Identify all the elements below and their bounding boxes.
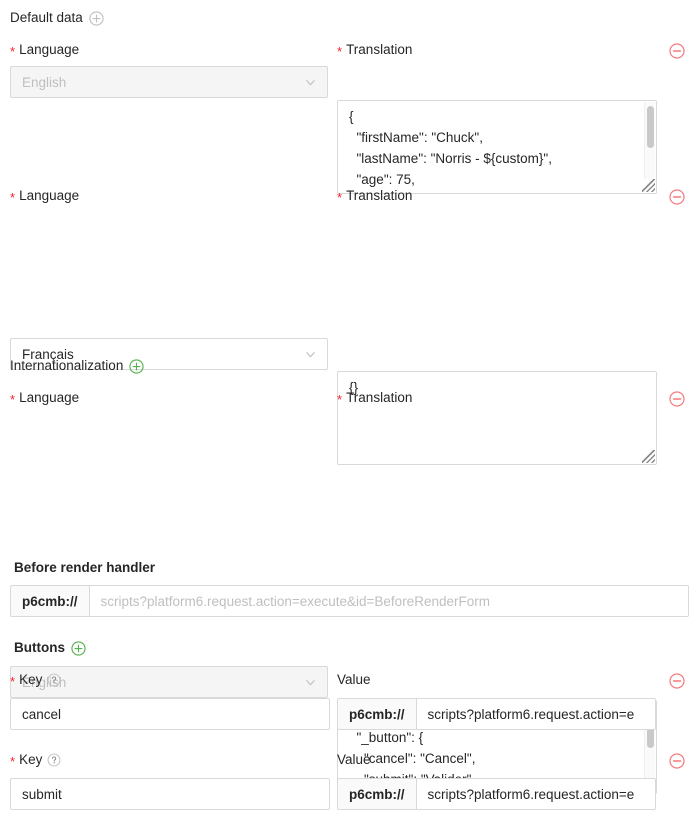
- label-key-buttons-0: * Key: [10, 671, 61, 688]
- value-input-buttons-0[interactable]: scripts?platform6.request.action=e: [416, 698, 656, 730]
- plus-circle-icon[interactable]: [129, 359, 144, 374]
- select-language-value: English: [22, 675, 299, 690]
- label-translation-default-1: * Translation: [337, 187, 412, 204]
- select-language-default-0[interactable]: English: [10, 66, 328, 98]
- section-title-default-data: Default data: [10, 9, 104, 27]
- value-label-text: Value: [337, 671, 371, 688]
- textarea-scrollbar[interactable]: [644, 102, 655, 179]
- chevron-down-icon: [305, 77, 316, 88]
- label-key-buttons-1: * Key: [10, 751, 61, 768]
- select-language-value: English: [22, 75, 299, 90]
- label-language-i18n-0: * Language: [10, 389, 79, 406]
- remove-row-button-buttons-1[interactable]: [669, 753, 685, 769]
- input-group-value-buttons-0[interactable]: p6cmb:// scripts?platform6.request.actio…: [337, 698, 656, 730]
- remove-row-button-default-1[interactable]: [669, 189, 685, 205]
- label-translation-default-0: * Translation: [337, 41, 412, 58]
- language-label-text: Language: [19, 41, 79, 58]
- label-value-buttons-0: Value: [337, 671, 371, 688]
- chevron-down-icon: [305, 349, 316, 360]
- default-data-title: Default data: [10, 9, 83, 27]
- label-value-buttons-1: Value: [337, 751, 371, 768]
- input-key-buttons-0[interactable]: cancel: [10, 698, 330, 730]
- required-indicator: *: [10, 191, 15, 204]
- language-label-text: Language: [19, 187, 79, 204]
- protocol-prefix-addon: p6cmb://: [337, 778, 416, 810]
- remove-row-button-default-0[interactable]: [669, 43, 685, 59]
- translation-label-text: Translation: [346, 41, 412, 58]
- textarea-content: { "firstName": "Chuck", "lastName": "Nor…: [338, 101, 563, 194]
- section-title-internationalization: Internationalization: [10, 357, 144, 375]
- required-indicator: *: [10, 675, 15, 688]
- required-indicator: *: [337, 191, 342, 204]
- plus-circle-icon[interactable]: [71, 641, 86, 656]
- label-language-default-0: * Language: [10, 41, 79, 58]
- plus-circle-icon[interactable]: [89, 11, 104, 26]
- key-label-text: Key: [19, 751, 42, 768]
- input-placeholder: scripts?platform6.request.action=execute…: [101, 594, 490, 609]
- required-indicator: *: [10, 393, 15, 406]
- buttons-title: Buttons: [14, 639, 65, 657]
- translation-label-text: Translation: [346, 389, 412, 406]
- input-key-buttons-1[interactable]: submit: [10, 778, 330, 810]
- required-indicator: *: [10, 755, 15, 768]
- textarea-resize-handle[interactable]: [642, 179, 655, 192]
- language-label-text: Language: [19, 389, 79, 406]
- before-render-handler-input[interactable]: scripts?platform6.request.action=execute…: [89, 585, 689, 617]
- translation-label-text: Translation: [346, 187, 412, 204]
- textarea-resize-handle[interactable]: [642, 450, 655, 463]
- form-builder-panel: Default data * Language English * Transl…: [0, 0, 696, 816]
- scrollbar-thumb[interactable]: [647, 106, 654, 148]
- internationalization-title: Internationalization: [10, 357, 123, 375]
- protocol-prefix-addon: p6cmb://: [10, 585, 89, 617]
- value-input-buttons-1[interactable]: scripts?platform6.request.action=e: [416, 778, 656, 810]
- required-indicator: *: [337, 393, 342, 406]
- value-label-text: Value: [337, 751, 371, 768]
- textarea-translation-default-1[interactable]: {}: [337, 371, 657, 465]
- key-value: submit: [22, 787, 62, 802]
- textarea-translation-default-0[interactable]: { "firstName": "Chuck", "lastName": "Nor…: [337, 100, 657, 194]
- value-text: scripts?platform6.request.action=e: [428, 787, 635, 802]
- section-title-buttons: Buttons: [14, 639, 86, 657]
- question-circle-icon[interactable]: [47, 753, 61, 767]
- label-language-default-1: * Language: [10, 187, 79, 204]
- remove-row-button-i18n-0[interactable]: [669, 391, 685, 407]
- required-indicator: *: [10, 45, 15, 58]
- value-text: scripts?platform6.request.action=e: [428, 707, 635, 722]
- chevron-down-icon: [305, 677, 316, 688]
- protocol-prefix-addon: p6cmb://: [337, 698, 416, 730]
- input-group-value-buttons-1[interactable]: p6cmb:// scripts?platform6.request.actio…: [337, 778, 656, 810]
- input-group-before-render-handler[interactable]: p6cmb:// scripts?platform6.request.actio…: [10, 585, 689, 617]
- before-render-handler-title: Before render handler: [14, 559, 155, 577]
- question-circle-icon[interactable]: [47, 673, 61, 687]
- key-label-text: Key: [19, 671, 42, 688]
- required-indicator: *: [337, 45, 342, 58]
- label-translation-i18n-0: * Translation: [337, 389, 412, 406]
- remove-row-button-buttons-0[interactable]: [669, 673, 685, 689]
- key-value: cancel: [22, 707, 61, 722]
- section-title-before-render-handler: Before render handler: [14, 559, 155, 577]
